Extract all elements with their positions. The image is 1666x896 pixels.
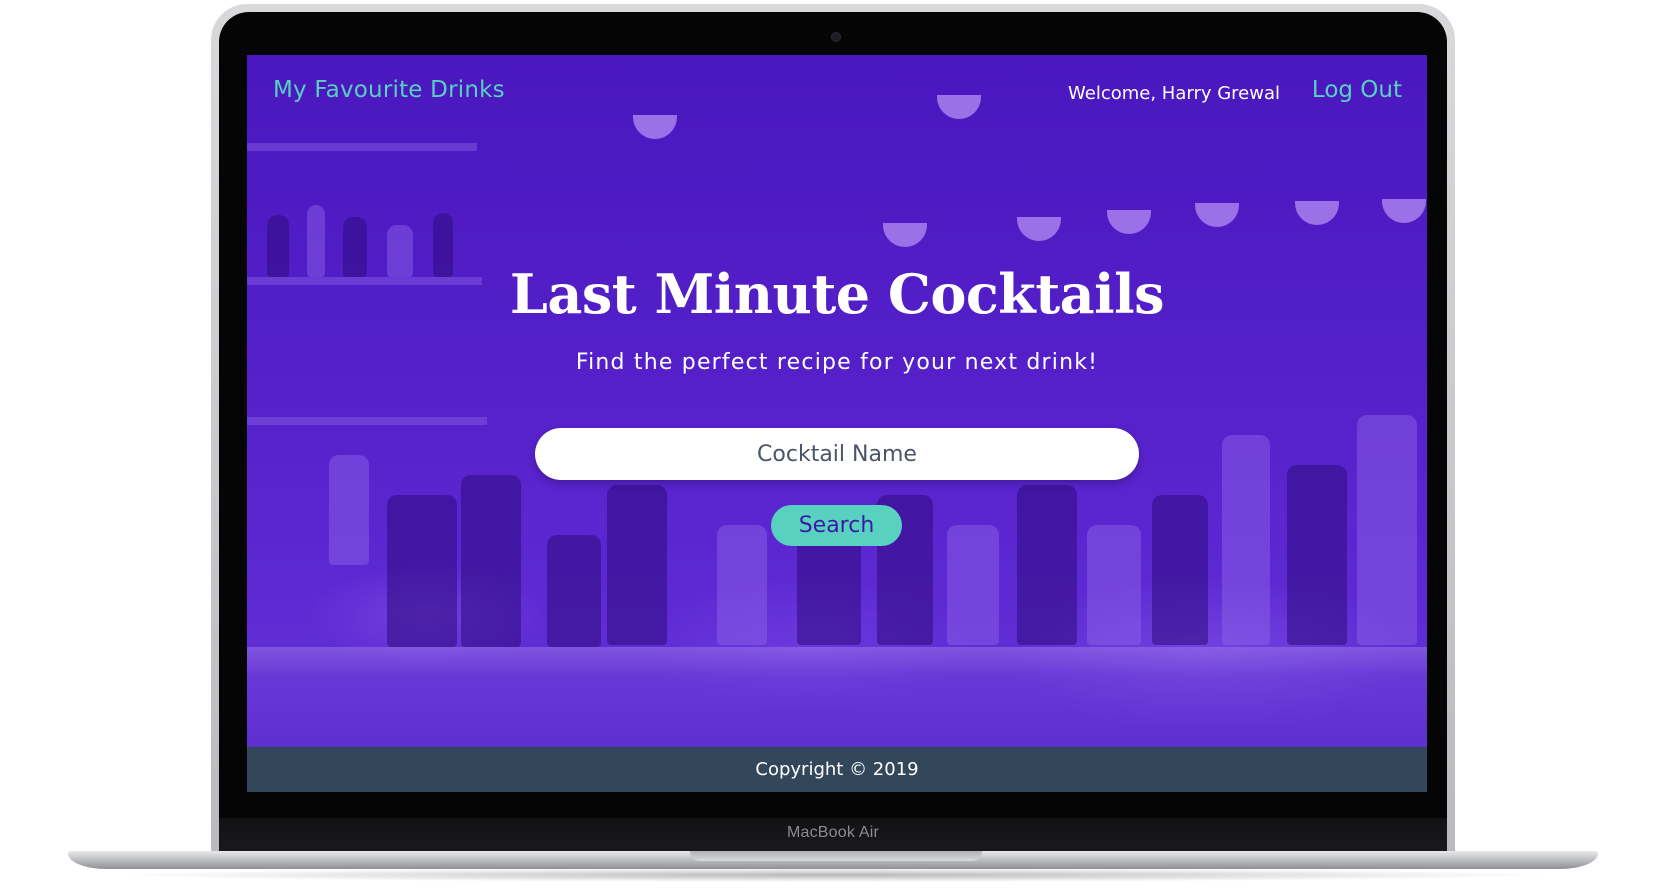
page-title: Last Minute Cocktails [509, 262, 1165, 326]
camera-icon [831, 32, 841, 42]
device-label: MacBook Air [786, 824, 879, 841]
cocktail-search-input[interactable] [535, 428, 1139, 480]
logout-link[interactable]: Log Out [1312, 77, 1402, 103]
welcome-text: Welcome, Harry Grewal [1068, 83, 1280, 104]
page-footer: Copyright © 2019 [247, 747, 1427, 792]
laptop-mockup: MacBook Air My Favourite Drinks Welcome,… [0, 0, 1666, 896]
nav-brand-link[interactable]: My Favourite Drinks [273, 77, 505, 103]
hero-background [247, 55, 1427, 747]
copyright-text: Copyright © 2019 [755, 759, 919, 780]
hero-overlay [247, 55, 1427, 747]
search-button[interactable]: Search [771, 505, 902, 546]
laptop-notch [690, 851, 982, 861]
browser-viewport: My Favourite Drinks Welcome, Harry Grewa… [247, 55, 1427, 792]
page-subtitle: Find the perfect recipe for your next dr… [575, 350, 1099, 375]
laptop-shadow [110, 868, 1556, 882]
